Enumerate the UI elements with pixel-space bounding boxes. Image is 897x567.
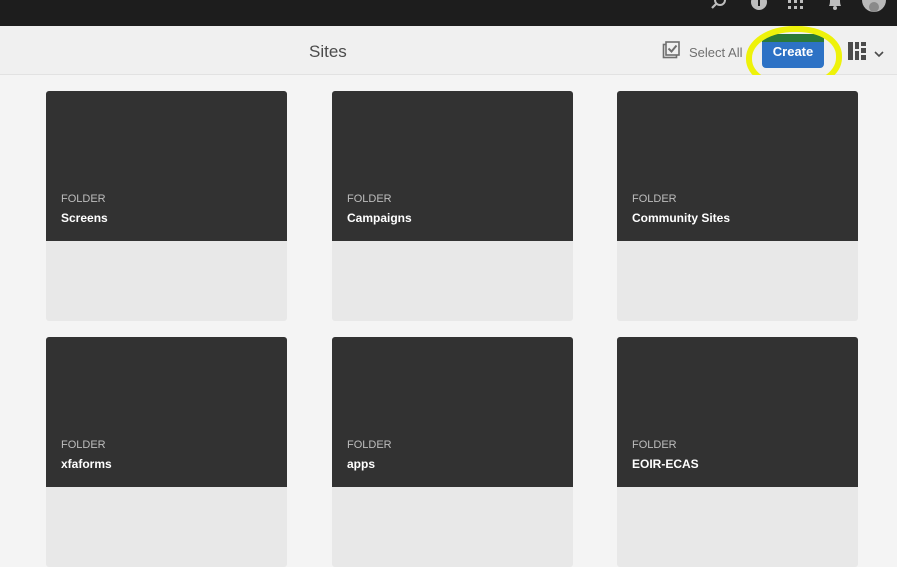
help-icon[interactable] <box>749 0 769 12</box>
folder-card[interactable]: FOLDER Community Sites <box>617 91 858 321</box>
user-avatar[interactable] <box>862 0 886 12</box>
folder-card[interactable]: FOLDER Screens <box>46 91 287 321</box>
folder-card[interactable]: FOLDER EOIR-ECAS <box>617 337 858 567</box>
card-title: EOIR-ECAS <box>632 457 699 471</box>
apps-icon[interactable] <box>786 0 806 12</box>
select-all-label: Select All <box>689 45 743 60</box>
card-thumbnail: FOLDER xfaforms <box>46 337 287 487</box>
card-title: Campaigns <box>347 211 412 225</box>
select-all-checkbox-icon <box>662 41 680 64</box>
card-title: xfaforms <box>61 457 112 471</box>
card-thumbnail: FOLDER Community Sites <box>617 91 858 241</box>
bell-icon[interactable] <box>825 0 845 12</box>
page-title: Sites <box>309 42 347 61</box>
card-view-icon <box>848 42 866 65</box>
shell-bar <box>0 0 897 26</box>
card-type: FOLDER <box>632 193 677 205</box>
card-title: Screens <box>61 211 108 225</box>
card-type: FOLDER <box>61 193 106 205</box>
card-type: FOLDER <box>347 439 392 451</box>
card-thumbnail: FOLDER EOIR-ECAS <box>617 337 858 487</box>
folder-card[interactable]: FOLDER Campaigns <box>332 91 573 321</box>
create-button[interactable]: Create <box>762 34 824 68</box>
chevron-down-icon <box>874 45 884 63</box>
card-type: FOLDER <box>347 193 392 205</box>
select-all-button[interactable]: Select All <box>662 41 742 64</box>
folder-card[interactable]: FOLDER xfaforms <box>46 337 287 567</box>
folder-card[interactable]: FOLDER apps <box>332 337 573 567</box>
card-type: FOLDER <box>632 439 677 451</box>
action-bar: Sites Select All Create <box>0 26 897 75</box>
card-thumbnail: FOLDER Campaigns <box>332 91 573 241</box>
card-title: apps <box>347 457 376 471</box>
card-grid: FOLDER Screens FOLDER Campaigns FOLDER C… <box>0 75 897 567</box>
search-icon[interactable] <box>709 0 729 12</box>
card-thumbnail: FOLDER apps <box>332 337 573 487</box>
create-button-label: Create <box>772 43 814 59</box>
card-title: Community Sites <box>632 211 731 225</box>
card-type: FOLDER <box>61 439 106 451</box>
view-switcher[interactable] <box>848 42 884 65</box>
card-thumbnail: FOLDER Screens <box>46 91 287 241</box>
